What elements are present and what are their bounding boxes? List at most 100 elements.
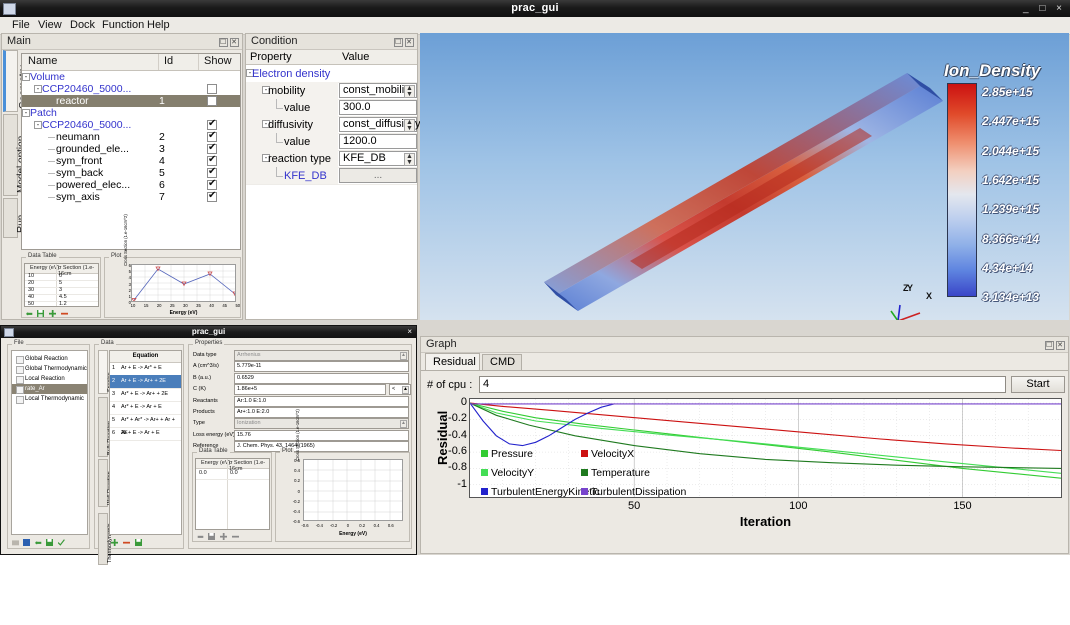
data-vtab[interactable]: Species: [98, 350, 108, 394]
chevron-updown-icon[interactable]: ▲: [402, 386, 409, 394]
condition-row[interactable]: -mobilityconst_mobility▲▼: [246, 82, 417, 100]
open-icon[interactable]: [12, 539, 19, 546]
tree-row[interactable]: sym_axis7: [22, 191, 240, 203]
expander-icon[interactable]: -: [34, 85, 42, 93]
save-icon[interactable]: [37, 310, 44, 317]
residual-plot[interactable]: [469, 398, 1062, 498]
chevron-updown-icon[interactable]: ▲: [400, 420, 407, 428]
condition-row[interactable]: -Electron density: [246, 65, 417, 83]
equation-row[interactable]: 3Ar* + E -> Ar+ + 2E: [110, 388, 181, 402]
tab-cmd[interactable]: CMD: [482, 354, 522, 370]
condition-panel-buttons[interactable]: ☐✕: [392, 36, 414, 47]
property-input[interactable]: 0.6529: [234, 373, 409, 384]
chevron-updown-icon[interactable]: ▲: [400, 352, 407, 360]
property-combo[interactable]: Ionization▲: [234, 418, 409, 429]
show-checkbox[interactable]: [207, 132, 217, 142]
equation-row[interactable]: 2Ar + E -> Ar+ + 2E: [110, 375, 181, 389]
main-panel-buttons[interactable]: ☐✕: [217, 36, 239, 47]
close-icon[interactable]: ×: [407, 326, 412, 338]
cpu-input[interactable]: 4: [479, 376, 1006, 393]
property-extra-combo[interactable]: <▲: [389, 384, 411, 395]
show-checkbox[interactable]: [207, 96, 217, 106]
tab-residual[interactable]: Residual: [425, 353, 480, 370]
table-row[interactable]: 0.0 0.0: [196, 468, 269, 480]
condition-row[interactable]: value1200.0: [246, 133, 417, 151]
3d-viewport[interactable]: X Y Z Ion_Density 2.85e+152.447e+152.044…: [420, 33, 1069, 320]
geometry-tree[interactable]: Name Id Show -Volume-CCP20460_5000...rea…: [21, 53, 241, 250]
chevron-updown-icon[interactable]: ▲▼: [404, 85, 415, 98]
equation-row[interactable]: 5Ar* + Ar* -> Ar+ + Ar + 2E: [110, 414, 181, 428]
chevron-updown-icon[interactable]: ▲▼: [404, 153, 415, 166]
list-item[interactable]: Local Thermodynamic: [12, 394, 87, 404]
condition-table[interactable]: Property Value -Electron density-mobilit…: [246, 50, 417, 319]
tree-row[interactable]: -Volume: [22, 71, 240, 83]
condition-value-combo[interactable]: const_mobility▲▼: [339, 83, 417, 98]
tree-row[interactable]: reactor1: [22, 95, 240, 107]
maximize-icon[interactable]: □: [1039, 3, 1049, 14]
property-input[interactable]: 15.76: [234, 430, 409, 441]
show-checkbox[interactable]: [207, 144, 217, 154]
property-input[interactable]: J. Chem. Phys. 43, 1464 (1965): [234, 441, 409, 452]
save-icon[interactable]: [135, 539, 142, 546]
save-icon[interactable]: [208, 533, 215, 540]
vtab-run[interactable]: Run: [3, 198, 18, 238]
chevron-updown-icon[interactable]: ▲▼: [404, 119, 415, 132]
show-checkbox[interactable]: [207, 180, 217, 190]
property-combo[interactable]: Arrhenius▲: [234, 350, 409, 361]
stop-icon[interactable]: [23, 539, 30, 546]
add-icon[interactable]: [49, 310, 56, 317]
add-icon[interactable]: [111, 539, 118, 546]
equation-table[interactable]: Equation 1Ar + E -> Ar* + E2Ar + E -> Ar…: [109, 350, 182, 535]
show-checkbox[interactable]: [207, 168, 217, 178]
float-icon[interactable]: ☐: [219, 38, 228, 47]
import-icon[interactable]: [197, 533, 204, 540]
menu-view[interactable]: View: [32, 17, 68, 34]
data-vtab[interactable]: Wall Reaction: [98, 459, 108, 507]
list-item[interactable]: Local Reaction: [12, 374, 87, 384]
condition-row[interactable]: -reaction typeKFE_DB▲▼: [246, 150, 417, 168]
table-row[interactable]: 501.2: [25, 301, 98, 307]
expander-icon[interactable]: -: [34, 121, 42, 129]
data-vtab[interactable]: Bulk Reaction: [98, 397, 108, 457]
expander-icon[interactable]: -: [22, 109, 30, 117]
close-icon[interactable]: ✕: [1056, 341, 1065, 350]
list-item[interactable]: Global Thermodynamic: [12, 364, 87, 374]
check-icon[interactable]: [58, 539, 65, 546]
save-icon[interactable]: [46, 539, 53, 546]
close-icon[interactable]: ✕: [230, 38, 239, 47]
show-checkbox[interactable]: [207, 84, 217, 94]
tree-row[interactable]: -CCP20460_5000...: [22, 83, 240, 95]
graph-panel-buttons[interactable]: ☐✕: [1043, 339, 1065, 350]
minimize-icon[interactable]: _: [1023, 3, 1033, 14]
import-icon[interactable]: [35, 539, 42, 546]
show-checkbox[interactable]: [207, 156, 217, 166]
start-button[interactable]: Start: [1011, 376, 1065, 393]
expander-icon[interactable]: -: [22, 73, 30, 81]
show-checkbox[interactable]: [207, 192, 217, 202]
vtab-geometry[interactable]: Geometry: [3, 50, 18, 112]
condition-value-combo[interactable]: KFE_DB▲▼: [339, 151, 417, 166]
condition-value-input[interactable]: 1200.0: [339, 134, 417, 149]
close-icon[interactable]: ×: [1056, 3, 1066, 14]
condition-value-combo[interactable]: const_diffusivity▲▼: [339, 117, 417, 132]
condition-row[interactable]: -diffusivityconst_diffusivity▲▼: [246, 116, 417, 134]
window-controls[interactable]: _ □ ×: [1023, 0, 1066, 17]
remove-icon[interactable]: [232, 533, 239, 540]
menu-help[interactable]: Help: [141, 17, 176, 34]
add-icon[interactable]: [220, 533, 227, 540]
file-list[interactable]: Global ReactionGlobal ThermodynamicLocal…: [11, 350, 88, 535]
equation-row[interactable]: 1Ar + E -> Ar* + E: [110, 362, 181, 376]
data-vtab[interactable]: Thermodynamic: [98, 513, 108, 565]
list-item[interactable]: Global Reaction: [12, 354, 87, 364]
equation-row[interactable]: 6Ar + E -> Ar + E: [110, 427, 181, 441]
import-icon[interactable]: [26, 310, 33, 317]
condition-value-button[interactable]: ...: [339, 168, 417, 183]
property-input[interactable]: 1.86e+5: [234, 384, 386, 395]
remove-icon[interactable]: [61, 310, 68, 317]
property-input[interactable]: Ar:1.0 E:1.0: [234, 396, 409, 407]
remove-icon[interactable]: [123, 539, 130, 546]
condition-row[interactable]: KFE_DB...: [246, 167, 417, 185]
condition-row[interactable]: value300.0: [246, 99, 417, 117]
close-icon[interactable]: ✕: [405, 38, 414, 47]
float-icon[interactable]: ☐: [1045, 341, 1054, 350]
